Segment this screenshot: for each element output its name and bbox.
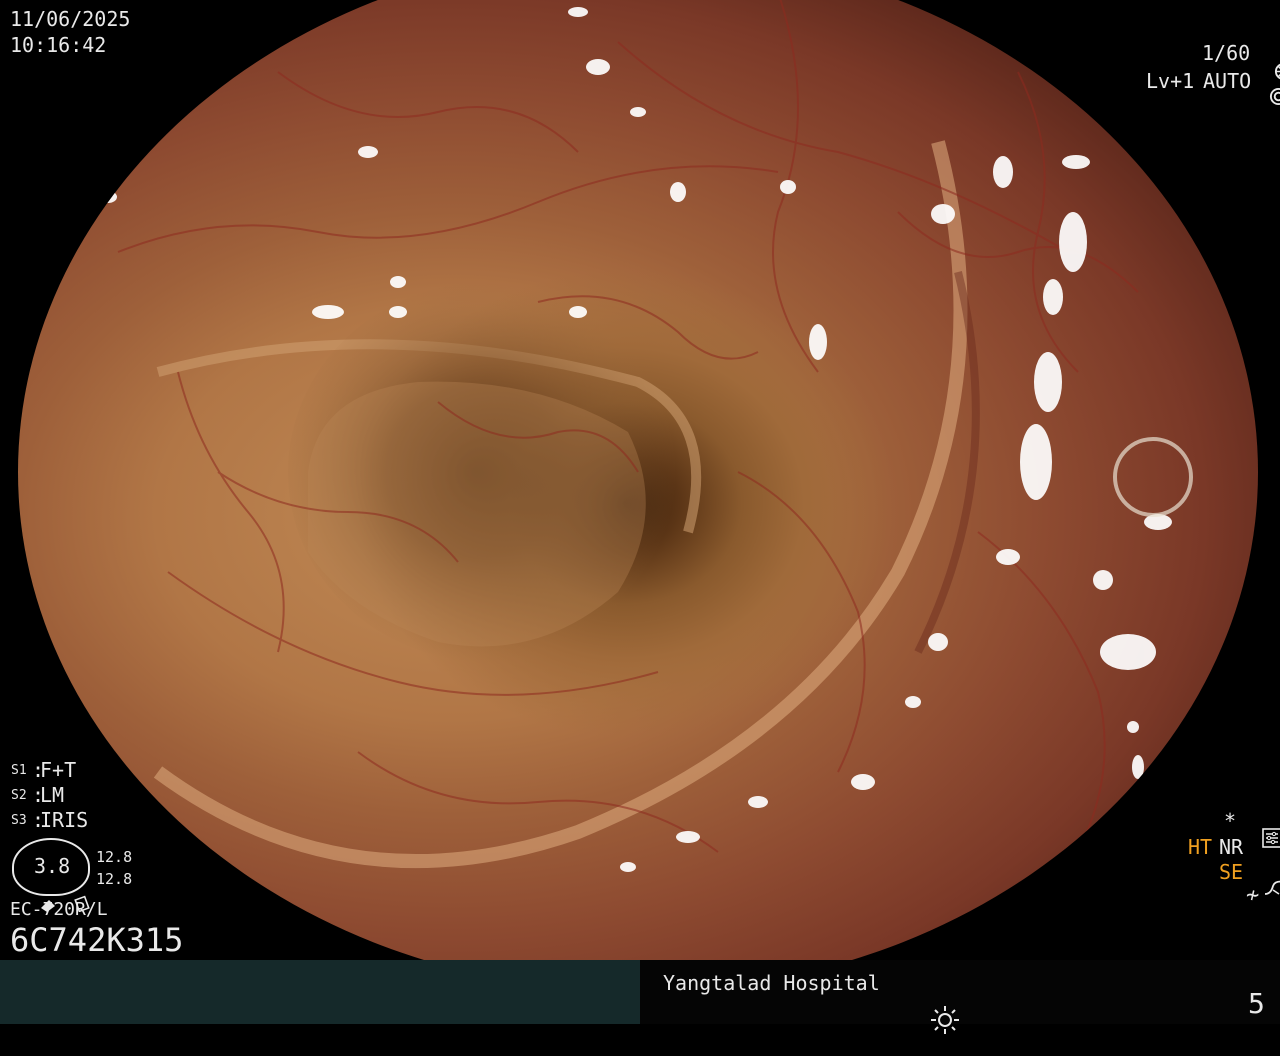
s3-value: IRIS bbox=[40, 808, 89, 832]
settings-list-icon bbox=[1243, 812, 1280, 851]
se-indicator: SE bbox=[1219, 860, 1244, 884]
shutter-speed: 1/60 bbox=[1202, 41, 1251, 65]
asterisk-indicator: * bbox=[1224, 809, 1237, 833]
iris-mode: AUTO bbox=[1203, 69, 1252, 93]
endoscope-view bbox=[18, 0, 1258, 992]
s2-key: S2 bbox=[11, 788, 27, 803]
nr-indicator: NR bbox=[1219, 835, 1244, 859]
hospital-name: Yangtalad Hospital bbox=[663, 971, 880, 995]
gauge-top-value: 12.8 bbox=[96, 848, 133, 866]
ht-indicator: HT bbox=[1188, 835, 1213, 859]
time-text: 10:16:42 bbox=[10, 33, 107, 57]
gauge-bottom-value: 12.8 bbox=[96, 870, 133, 888]
s2-value: LM bbox=[40, 783, 65, 807]
s1-value: F+T bbox=[40, 758, 77, 782]
brightness-level: Lv+1 bbox=[1146, 69, 1195, 93]
s1-key: S1 bbox=[11, 763, 27, 778]
footer-number: 5 bbox=[1248, 987, 1265, 1020]
footer-left-panel bbox=[0, 960, 640, 1024]
brightness-icon bbox=[890, 988, 961, 1055]
footer-bar: Yangtalad Hospital 5 bbox=[0, 960, 1280, 1034]
iris-auto-icon bbox=[1250, 71, 1280, 109]
gauge-value: 3.8 bbox=[34, 854, 71, 878]
extra-symbol: ≁ bbox=[1246, 883, 1260, 908]
date-text: 11/06/2025 bbox=[10, 7, 131, 31]
mucosa-vessel-pattern bbox=[70, 0, 1193, 872]
s3-key: S3 bbox=[11, 813, 27, 828]
scope-serial: 6C742K315 bbox=[10, 921, 184, 959]
scope-model: EC-720R/L bbox=[10, 899, 108, 920]
